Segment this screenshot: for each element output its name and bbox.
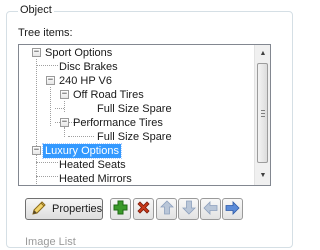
- move-down-icon: [181, 200, 196, 218]
- tree-node-label: Full Size Spare: [97, 103, 172, 115]
- tree-scrollbar[interactable]: ▲ ▼: [254, 45, 270, 185]
- move-left-button[interactable]: [200, 198, 221, 220]
- scroll-down-icon[interactable]: ▼: [255, 168, 270, 184]
- image-list-label: Image List: [25, 236, 76, 248]
- tree-connector: [36, 59, 37, 148]
- tree-connector: [68, 136, 94, 137]
- tree-connector: [55, 108, 64, 109]
- tree-connector: [36, 162, 58, 163]
- tree-node-label: Heated Seats: [59, 159, 126, 171]
- grip-line: [261, 113, 265, 114]
- expander-icon[interactable]: −: [32, 146, 41, 155]
- tree-node-label: 240 HP V6: [59, 75, 113, 87]
- tree-node-sport-options[interactable]: Sport Options: [43, 46, 114, 60]
- move-right-button[interactable]: [222, 198, 243, 220]
- tree-node-luxury-options[interactable]: Luxury Options: [42, 143, 122, 159]
- tree-node-off-road-tires[interactable]: Off Road Tires: [71, 88, 146, 102]
- tree-connector: [64, 127, 65, 137]
- scroll-thumb[interactable]: [257, 63, 268, 163]
- properties-label: Properties: [52, 203, 103, 215]
- expander-icon[interactable]: −: [32, 48, 41, 57]
- expander-icon[interactable]: −: [60, 118, 69, 127]
- move-up-icon: [159, 200, 174, 218]
- add-button[interactable]: [110, 198, 131, 220]
- expander-icon[interactable]: −: [46, 76, 55, 85]
- grip-line: [261, 110, 265, 111]
- tree-node-label: Performance Tires: [73, 117, 163, 129]
- tree-node-label: Off Road Tires: [73, 89, 144, 101]
- move-right-icon: [225, 200, 240, 218]
- tree-node-heated-mirrors[interactable]: Heated Mirrors: [57, 172, 134, 185]
- tree-connector: [36, 155, 37, 184]
- tree-node-full-size-spare[interactable]: Full Size Spare: [95, 102, 174, 116]
- tree-node-performance-tires[interactable]: Performance Tires: [71, 116, 165, 130]
- expander-icon[interactable]: −: [60, 90, 69, 99]
- tree-node-label: Sport Options: [45, 47, 113, 59]
- move-up-button[interactable]: [156, 198, 177, 220]
- tree-connector: [36, 176, 58, 177]
- tree-node-label: Disc Brakes: [59, 61, 118, 73]
- tree-node-heated-seats[interactable]: Heated Seats: [57, 158, 128, 172]
- move-down-button[interactable]: [178, 198, 199, 220]
- tree-connector: [64, 101, 65, 112]
- add-icon: [113, 200, 128, 218]
- tree-connector: [36, 65, 58, 66]
- tree-node-240hp-v6[interactable]: 240 HP V6: [57, 74, 114, 88]
- tree-node-disc-brakes[interactable]: Disc Brakes: [57, 60, 120, 74]
- tree-items-label: Tree items:: [18, 27, 73, 39]
- tree-node-label: Full Size Spare: [97, 131, 172, 143]
- move-left-icon: [203, 200, 218, 218]
- group-title: Object: [18, 4, 54, 16]
- tree-node-label: Heated Mirrors: [59, 173, 132, 185]
- delete-button[interactable]: [133, 198, 154, 220]
- scroll-up-icon[interactable]: ▲: [255, 46, 270, 62]
- grip-line: [261, 116, 265, 117]
- tree-node-full-size-spare[interactable]: Full Size Spare: [95, 130, 174, 144]
- tree-view[interactable]: − − − − − Sport Options Disc Brakes 240 …: [18, 44, 271, 186]
- pencil-icon: [31, 200, 47, 219]
- properties-button[interactable]: Properties: [25, 198, 103, 220]
- delete-icon: [136, 200, 151, 218]
- tree-connector: [50, 87, 51, 126]
- tree-node-label: Luxury Options: [42, 143, 122, 159]
